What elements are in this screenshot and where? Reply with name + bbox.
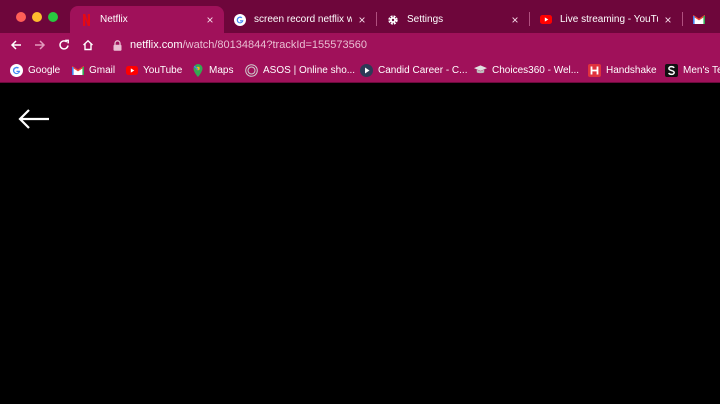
tab-youtube-live[interactable]: Live streaming - YouTube × bbox=[530, 6, 682, 33]
bookmark-gmail[interactable]: Gmail bbox=[71, 62, 115, 78]
zoom-window-button[interactable] bbox=[48, 12, 58, 22]
bookmark-google[interactable]: Google bbox=[10, 62, 60, 78]
bookmark-asos[interactable]: ASOS | Online sho... bbox=[245, 62, 355, 78]
lock-icon[interactable] bbox=[112, 39, 122, 51]
google-icon bbox=[10, 63, 23, 77]
bookmark-maps[interactable]: Maps bbox=[191, 62, 233, 78]
arrow-left-icon bbox=[10, 40, 21, 50]
back-button[interactable] bbox=[6, 35, 26, 55]
asos-icon bbox=[245, 63, 258, 77]
reload-icon bbox=[59, 39, 69, 50]
netflix-icon bbox=[80, 13, 92, 26]
tab-title: Live streaming - YouTube bbox=[560, 14, 658, 25]
arrow-right-icon bbox=[35, 40, 46, 50]
close-icon[interactable]: × bbox=[204, 13, 216, 27]
tab-gmail[interactable] bbox=[683, 6, 720, 33]
handshake-icon bbox=[588, 63, 601, 77]
address-bar[interactable]: netflix.com/watch/80134844?trackId=15557… bbox=[108, 35, 720, 55]
candid-career-icon bbox=[360, 63, 373, 77]
youtube-icon bbox=[125, 64, 138, 77]
gmail-icon bbox=[71, 64, 84, 77]
bookmark-mens[interactable]: Men's Te bbox=[665, 62, 720, 78]
tab-title: Settings bbox=[407, 14, 444, 25]
url-host: netflix.com bbox=[130, 39, 183, 51]
tab-netflix[interactable]: Netflix × bbox=[70, 6, 224, 33]
maps-icon bbox=[191, 63, 204, 77]
bookmark-choices360[interactable]: Choices360 - Wel... bbox=[474, 62, 579, 78]
tab-google-search[interactable]: screen record netflix with × bbox=[224, 6, 376, 33]
tab-title: Netflix bbox=[100, 14, 128, 25]
tab-strip: Netflix × screen record netflix with × S… bbox=[0, 0, 720, 33]
bookmark-youtube[interactable]: YouTube bbox=[125, 62, 182, 78]
home-icon bbox=[83, 39, 93, 51]
tab-settings[interactable]: Settings × bbox=[377, 6, 529, 33]
forward-button[interactable] bbox=[30, 35, 50, 55]
bookmark-candid-career[interactable]: Candid Career - C... bbox=[360, 62, 467, 78]
choices360-icon bbox=[474, 64, 487, 77]
bookmarks-bar: Google Gmail YouTube Maps ASOS | Online … bbox=[0, 57, 720, 83]
back-to-browse-button[interactable] bbox=[17, 107, 51, 131]
toolbar: netflix.com/watch/80134844?trackId=15557… bbox=[0, 33, 720, 57]
reload-button[interactable] bbox=[54, 35, 74, 55]
home-button[interactable] bbox=[78, 35, 98, 55]
video-player[interactable] bbox=[0, 83, 720, 404]
minimize-window-button[interactable] bbox=[32, 12, 42, 22]
youtube-icon bbox=[540, 14, 552, 26]
arrow-left-icon bbox=[18, 109, 49, 129]
bookmark-handshake[interactable]: Handshake bbox=[588, 62, 657, 78]
gmail-icon bbox=[693, 14, 705, 26]
close-window-button[interactable] bbox=[16, 12, 26, 22]
close-icon[interactable]: × bbox=[509, 13, 521, 27]
s-icon bbox=[665, 63, 678, 77]
close-icon[interactable]: × bbox=[356, 13, 368, 27]
google-icon bbox=[234, 13, 246, 26]
browser-chrome: Netflix × screen record netflix with × S… bbox=[0, 0, 720, 83]
gear-icon bbox=[387, 14, 399, 26]
url-path: /watch/80134844?trackId=155573560 bbox=[182, 39, 367, 51]
close-icon[interactable]: × bbox=[662, 13, 674, 27]
tab-title: screen record netflix with bbox=[254, 14, 352, 25]
